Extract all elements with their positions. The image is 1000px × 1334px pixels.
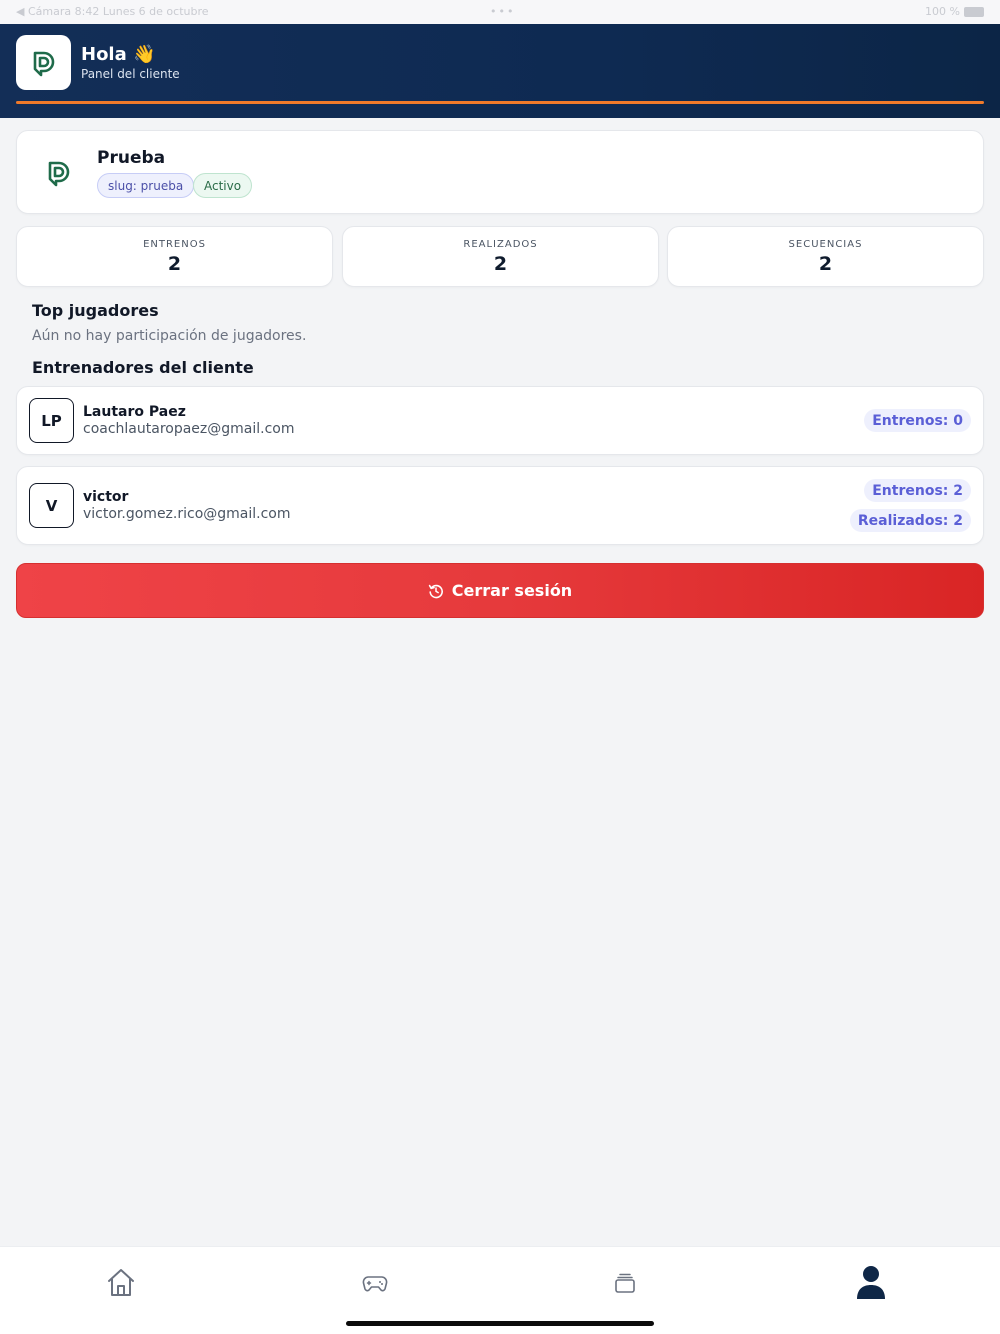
stat-value: 2 — [493, 253, 508, 275]
status-time: 8:42 — [74, 5, 100, 18]
realizados-badge: Realizados: 2 — [849, 509, 971, 532]
coach-card[interactable]: V victor victor.gomez.rico@gmail.com Ent… — [16, 466, 984, 545]
stat-label: ENTRENOS — [143, 239, 206, 250]
app-logo — [16, 35, 71, 90]
nav-games[interactable] — [355, 1263, 395, 1303]
logout-icon — [428, 584, 443, 598]
home-indicator[interactable] — [346, 1321, 654, 1326]
header-subtitle: Panel del cliente — [81, 67, 180, 81]
battery-text: 100 % — [925, 5, 960, 18]
status-date: Lunes 6 de octubre — [102, 5, 209, 18]
multitask-dots[interactable]: ••• — [490, 5, 515, 18]
coaches-title: Entrenadores del cliente — [32, 358, 254, 377]
battery-icon — [964, 7, 984, 17]
status-back-label[interactable]: ◀ Cámara — [16, 5, 71, 18]
stat-value: 2 — [167, 253, 182, 275]
stat-realizados: REALIZADOS 2 — [342, 226, 659, 287]
top-players-empty: Aún no hay participación de jugadores. — [32, 328, 307, 344]
client-card: Prueba slug: prueba Activo — [16, 130, 984, 214]
profile-icon — [857, 1266, 885, 1299]
coach-name: victor — [83, 489, 129, 505]
stat-label: SECUENCIAS — [788, 239, 863, 250]
brand-logo-icon — [33, 51, 54, 76]
header-divider — [16, 101, 984, 104]
gamepad-icon — [362, 1276, 388, 1292]
status-bar: ◀ Cámara 8:42 Lunes 6 de octubre ••• 100… — [0, 0, 1000, 24]
coach-email: coachlautaropaez@gmail.com — [83, 421, 295, 437]
stat-value: 2 — [818, 253, 833, 275]
avatar: LP — [29, 398, 74, 443]
nav-home[interactable] — [101, 1263, 141, 1303]
logout-label: Cerrar sesión — [451, 581, 573, 600]
nav-stack[interactable] — [605, 1263, 645, 1303]
home-icon — [108, 1269, 134, 1296]
greeting-title: Hola 👋 — [81, 44, 156, 65]
coach-name: Lautaro Paez — [83, 404, 186, 420]
logout-button[interactable]: Cerrar sesión — [16, 563, 984, 618]
nav-profile[interactable] — [851, 1263, 891, 1303]
coach-card[interactable]: LP Lautaro Paez coachlautaropaez@gmail.c… — [16, 386, 984, 455]
stat-secuencias: SECUENCIAS 2 — [667, 226, 984, 287]
stat-entrenos: ENTRENOS 2 — [16, 226, 333, 287]
client-name: Prueba — [97, 148, 166, 168]
coach-email: victor.gomez.rico@gmail.com — [83, 506, 291, 522]
slug-chip: slug: prueba — [97, 173, 195, 198]
top-players-title: Top jugadores — [32, 301, 159, 320]
entrenos-badge: Entrenos: 2 — [864, 479, 971, 502]
stat-label: REALIZADOS — [463, 239, 538, 250]
status-chip: Activo — [193, 173, 253, 198]
client-logo-icon — [48, 161, 70, 187]
stack-icon — [615, 1273, 635, 1293]
avatar: V — [29, 483, 74, 528]
entrenos-badge: Entrenos: 0 — [864, 409, 971, 432]
